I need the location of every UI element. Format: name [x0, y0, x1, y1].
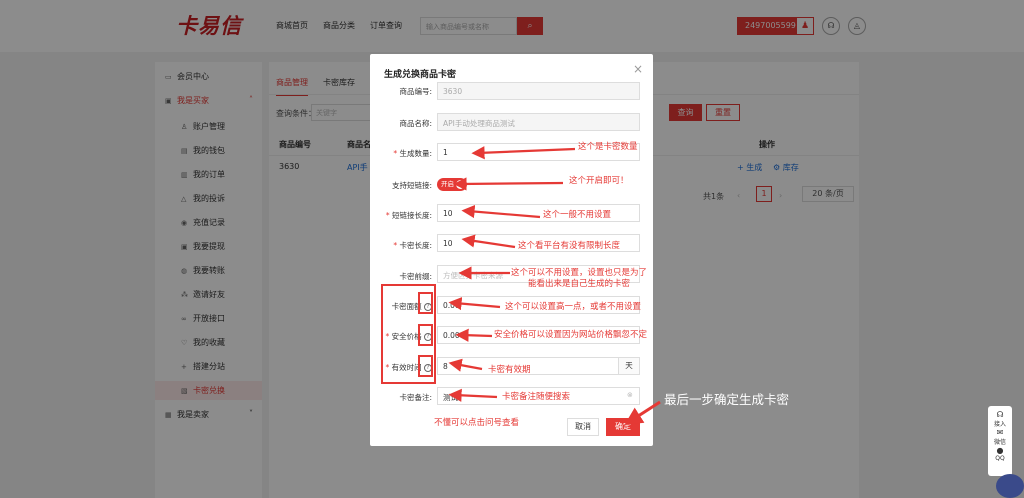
confirm-button[interactable]: 确定	[606, 418, 640, 436]
float-item-access[interactable]: 接入	[988, 419, 1012, 428]
headset-icon: ☊	[996, 410, 1004, 419]
product-name-field: API手动处理商品测试	[437, 113, 640, 131]
quantity-label: * 生成数量:	[393, 149, 432, 158]
annotation-cardlen: 这个看平台有没有限制长度	[518, 241, 621, 251]
annotation-help: 不懂可以点击问号查看	[434, 418, 520, 428]
annotation-prefix: 这个可以不用设置，设置也只是为了 能看出来是自己生成的卡密	[511, 268, 648, 289]
annotation-toggle: 这个开启即可！	[569, 176, 629, 186]
product-id-field: 3630	[437, 82, 640, 100]
clear-icon[interactable]: ⊗	[627, 391, 633, 399]
toggle-knob	[456, 180, 465, 189]
close-icon[interactable]: ×	[633, 62, 643, 76]
annotation-box-face-help	[418, 292, 433, 314]
floating-contact-widget[interactable]: ☊ 接入 ✉ 微信 ● QQ	[988, 406, 1012, 476]
annotation-quantity: 这个是卡密数量	[578, 142, 638, 152]
float-item-qq[interactable]: QQ	[988, 455, 1012, 462]
qq-icon: ●	[996, 446, 1004, 455]
annotation-safe: 安全价格可以设置因为网站价格飘忽不定	[494, 330, 648, 340]
shortlink-toggle[interactable]: 开启	[437, 178, 467, 191]
shortlink-label: 支持短链接:	[391, 181, 432, 190]
product-id-label: 商品编号:	[399, 87, 432, 96]
product-name-label: 商品名称:	[399, 119, 432, 128]
prefix-label: 卡密前缀:	[399, 272, 432, 281]
remark-label: 卡密备注:	[399, 393, 432, 402]
wechat-icon: ✉	[996, 428, 1004, 437]
validity-unit: 天	[618, 357, 640, 375]
annotation-box-safe-help	[418, 324, 433, 346]
card-length-label: * 卡密长度:	[393, 241, 432, 250]
annotation-shortlink: 这个一般不用设置	[543, 210, 612, 220]
annotation-final: 最后一步确定生成卡密	[664, 392, 790, 407]
shortlink-length-label: * 短链接长度:	[385, 211, 432, 220]
avatar[interactable]	[996, 474, 1024, 498]
annotation-validity: 卡密有效期	[488, 365, 531, 375]
cancel-button[interactable]: 取消	[567, 418, 599, 436]
dialog-title: 生成兑换商品卡密	[384, 70, 457, 80]
annotation-remark: 卡密备注随便搜索	[502, 392, 571, 402]
annotation-box-validity-help	[418, 355, 433, 377]
annotation-face: 这个可以设置高一点，或者不用设置	[505, 302, 642, 312]
float-item-wechat[interactable]: 微信	[988, 437, 1012, 446]
